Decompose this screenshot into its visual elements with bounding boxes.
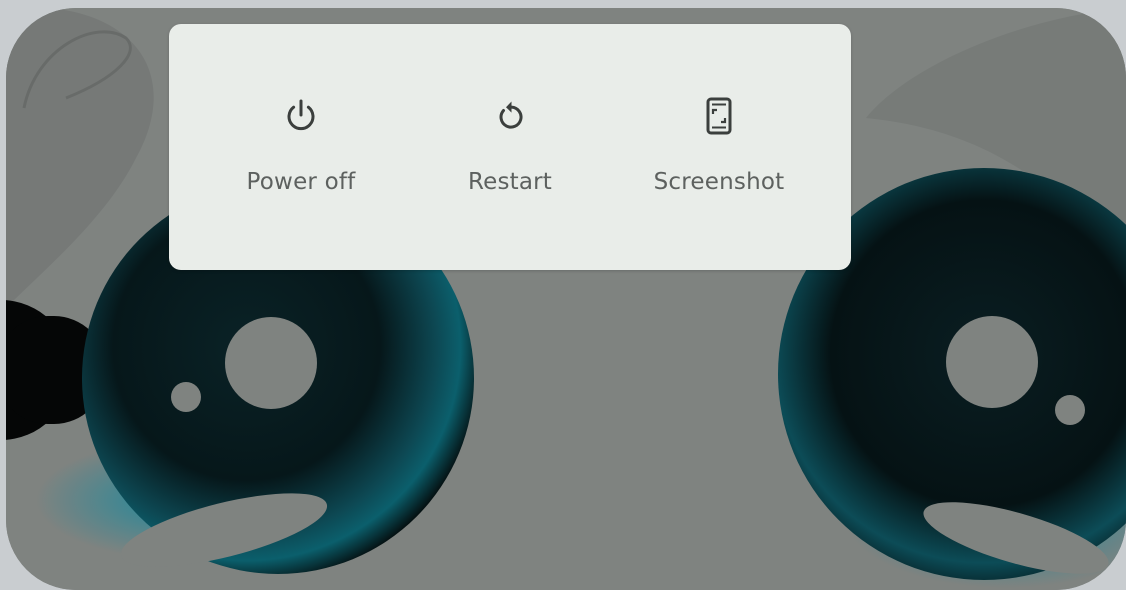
power-off-button[interactable]: Power off xyxy=(196,24,406,270)
power-icon xyxy=(281,96,321,136)
restart-label: Restart xyxy=(467,169,553,195)
screenshot-button[interactable]: Screenshot xyxy=(614,24,824,270)
power-menu-dialog: Power off Restart Screenshot xyxy=(169,24,851,270)
screenshot-icon xyxy=(699,96,739,136)
screenshot-label: Screenshot xyxy=(653,169,785,195)
restart-button[interactable]: Restart xyxy=(405,24,615,270)
device-screen: Power off Restart Screenshot xyxy=(6,8,1126,590)
power-off-label: Power off xyxy=(246,169,356,195)
restart-icon xyxy=(490,96,530,136)
